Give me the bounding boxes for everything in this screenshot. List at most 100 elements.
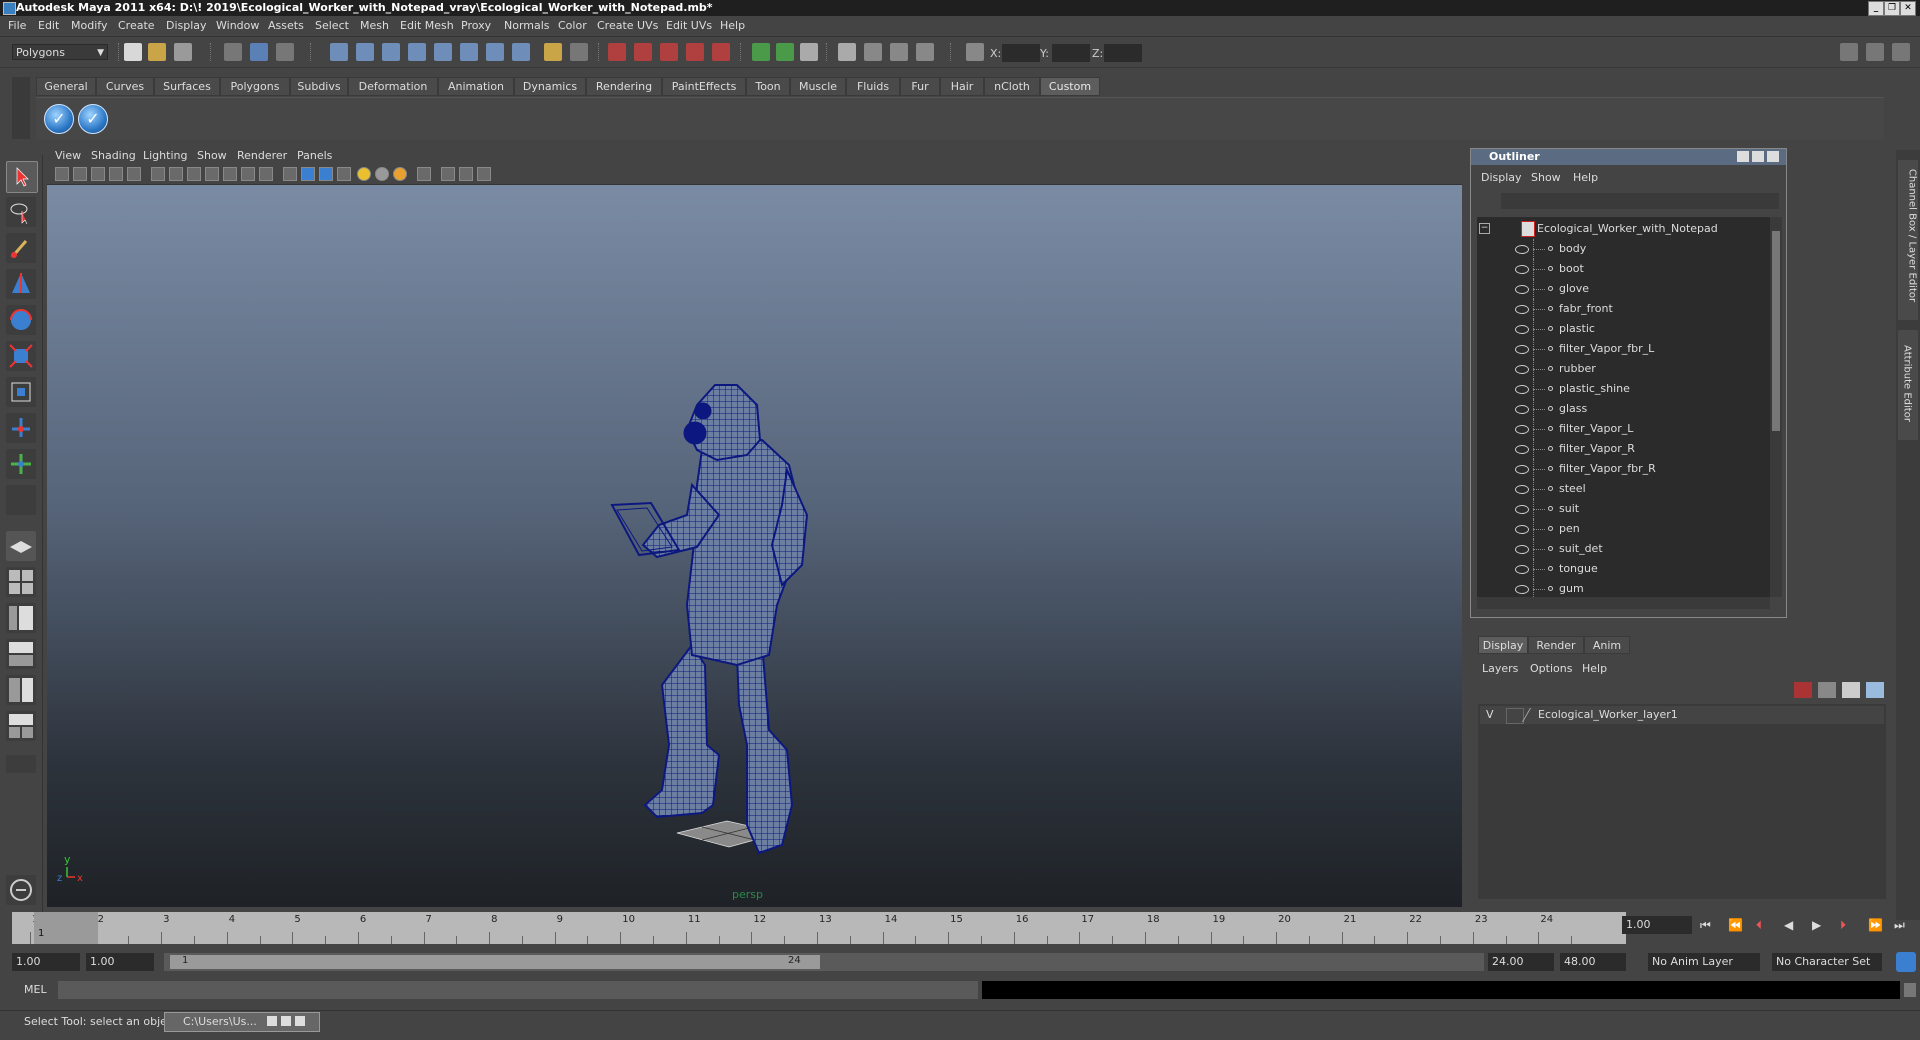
shelf-tab-subdivs[interactable]: Subdivs — [290, 77, 348, 96]
shelf-tab-polygons[interactable]: Polygons — [220, 77, 290, 96]
outliner-item[interactable]: suit_det — [1477, 539, 1767, 559]
grid-icon[interactable] — [127, 167, 141, 181]
save-scene-icon[interactable] — [174, 43, 192, 61]
outliner-item[interactable]: fabr_front — [1477, 299, 1767, 319]
isolate-select-icon[interactable] — [283, 167, 297, 181]
xray-icon[interactable] — [223, 167, 237, 181]
rotate-tool-icon[interactable] — [6, 305, 36, 335]
shelf-tab-deformation[interactable]: Deformation — [348, 77, 438, 96]
mask-misc-icon[interactable] — [512, 43, 530, 61]
playback-start-field[interactable]: 1.00 — [86, 953, 154, 971]
custom-check-icon[interactable]: ✓ — [44, 104, 74, 134]
start-time-field[interactable]: 1.00 — [12, 953, 80, 971]
image-plane-icon[interactable] — [109, 167, 123, 181]
layer-tab-display[interactable]: Display — [1478, 636, 1528, 654]
outliner-item[interactable]: filter_Vapor_R — [1477, 439, 1767, 459]
scale-tool-icon[interactable] — [6, 341, 36, 371]
textured-cube-icon[interactable] — [319, 167, 333, 181]
toggle-tool-settings-icon[interactable] — [1866, 43, 1884, 61]
current-frame-indicator[interactable]: 1 — [34, 912, 98, 944]
open-scene-icon[interactable] — [148, 43, 166, 61]
outliner-item[interactable]: rubber — [1477, 359, 1767, 379]
y-field[interactable] — [1052, 44, 1090, 62]
new-layer-icon[interactable] — [1794, 682, 1812, 698]
shelf-tab-custom[interactable]: Custom — [1040, 77, 1100, 96]
layer-menu-help[interactable]: Help — [1582, 662, 1607, 675]
outliner-item[interactable]: body — [1477, 239, 1767, 259]
outliner-root-row[interactable]: − Ecological_Worker_with_Notepad — [1477, 219, 1767, 239]
shelf-tab-rendering[interactable]: Rendering — [586, 77, 662, 96]
checker-icon[interactable] — [337, 167, 351, 181]
outliner-menu-display[interactable]: Display — [1481, 171, 1522, 184]
menu-set-selector[interactable]: Polygons ▼ — [12, 44, 108, 60]
frame-all-icon[interactable] — [441, 167, 455, 181]
select-tool-icon[interactable] — [6, 161, 38, 193]
x-field[interactable] — [1002, 44, 1040, 62]
construction-history-icon[interactable] — [800, 43, 818, 61]
outliner-item[interactable]: glass — [1477, 399, 1767, 419]
bookmark-icon[interactable] — [91, 167, 105, 181]
default-light-icon[interactable] — [357, 167, 371, 181]
snap-plane-icon[interactable] — [686, 43, 704, 61]
flat-shade-icon[interactable] — [187, 167, 201, 181]
mask-curves-icon[interactable] — [382, 43, 400, 61]
new-scene-icon[interactable] — [124, 43, 142, 61]
mask-dynamics-icon[interactable] — [460, 43, 478, 61]
viewport-menu-panels[interactable]: Panels — [297, 149, 332, 162]
persp-graph-layout-icon[interactable] — [6, 639, 36, 669]
step-forward-icon[interactable]: ⏩ — [1868, 918, 1883, 932]
step-back-key-icon[interactable]: ⏴ — [1756, 918, 1762, 933]
menu-window[interactable]: Window — [216, 19, 259, 32]
wireframe-on-shaded-icon[interactable] — [241, 167, 255, 181]
output-ops-icon[interactable] — [776, 43, 794, 61]
step-back-icon[interactable]: ⏪ — [1728, 918, 1743, 932]
outliner-item[interactable]: glove — [1477, 279, 1767, 299]
layer-attributes-icon[interactable] — [1866, 682, 1884, 698]
lasso-tool-icon[interactable] — [6, 197, 36, 227]
z-field[interactable] — [1104, 44, 1142, 62]
new-layer-selected-icon[interactable] — [1818, 682, 1836, 698]
taskbar-close-icon[interactable] — [295, 1016, 305, 1026]
layer-tab-render[interactable]: Render — [1528, 636, 1584, 654]
shaded-cube-icon[interactable] — [301, 167, 315, 181]
lock-selection-icon[interactable] — [544, 43, 562, 61]
menu-modify[interactable]: Modify — [71, 19, 107, 32]
mask-surfaces-icon[interactable] — [408, 43, 426, 61]
render-current-icon[interactable] — [864, 43, 882, 61]
shelf-tab-toon[interactable]: Toon — [746, 77, 790, 96]
outliner-item[interactable]: filter_Vapor_L — [1477, 419, 1767, 439]
four-view-layout-icon[interactable] — [6, 567, 36, 597]
layer-visibility-toggle[interactable]: V — [1486, 708, 1494, 721]
shelf-tab-hair[interactable]: Hair — [940, 77, 984, 96]
command-input[interactable] — [58, 981, 978, 999]
step-forward-key-icon[interactable]: ⏵ — [1840, 918, 1846, 933]
texture-toggle-icon[interactable] — [259, 167, 273, 181]
viewport-menu-show[interactable]: Show — [197, 149, 227, 162]
shelf-tab-general[interactable]: General — [36, 77, 96, 96]
viewport-menu-view[interactable]: View — [55, 149, 81, 162]
last-tool-used-icon[interactable] — [6, 485, 36, 515]
current-frame-field[interactable]: 1.00 — [1622, 916, 1692, 934]
outliner-item[interactable]: filter_Vapor_fbr_R — [1477, 459, 1767, 479]
outliner-item[interactable]: plastic_shine — [1477, 379, 1767, 399]
outliner-menu-show[interactable]: Show — [1531, 171, 1561, 184]
shelf-tab-ncloth[interactable]: nCloth — [984, 77, 1040, 96]
wireframe-icon[interactable] — [151, 167, 165, 181]
viewport-menu-lighting[interactable]: Lighting — [143, 149, 187, 162]
mask-rendering-icon[interactable] — [486, 43, 504, 61]
worker-wireframe-model[interactable] — [47, 185, 1462, 907]
outliner-minimize-icon[interactable] — [1737, 151, 1749, 162]
layer-options-icon[interactable] — [1842, 682, 1860, 698]
shelf-tab-fur[interactable]: Fur — [900, 77, 940, 96]
universal-manipulator-icon[interactable] — [6, 377, 36, 407]
outliner-close-icon[interactable] — [1767, 151, 1779, 162]
select-object-icon[interactable] — [250, 43, 268, 61]
toggle-channel-box-icon[interactable] — [1892, 43, 1910, 61]
menu-create[interactable]: Create — [118, 19, 155, 32]
move-tool-icon[interactable] — [6, 269, 36, 299]
show-manipulator-icon[interactable] — [6, 449, 36, 479]
render-settings-icon[interactable] — [916, 43, 934, 61]
graph-layout-icon[interactable] — [6, 711, 36, 741]
outliner-item[interactable]: filter_Vapor_fbr_L — [1477, 339, 1767, 359]
menu-select[interactable]: Select — [315, 19, 349, 32]
